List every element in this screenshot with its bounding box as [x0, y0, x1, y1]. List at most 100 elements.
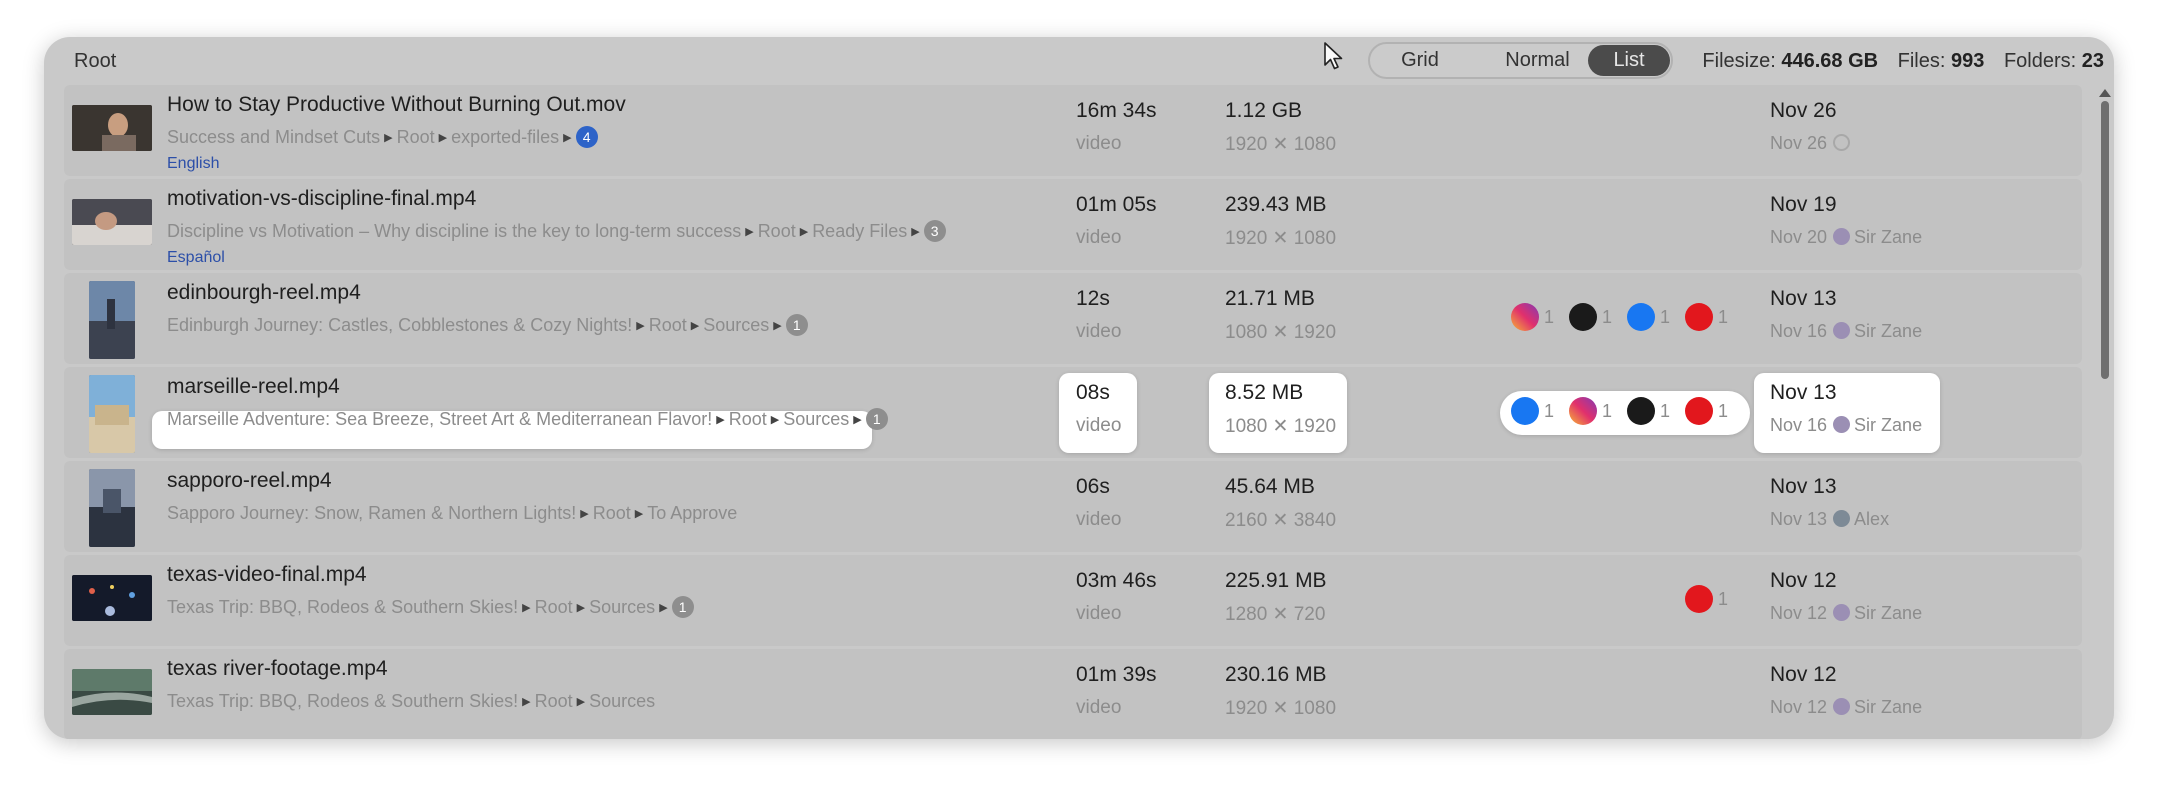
file-path: Texas Trip: BBQ, Rodeos & Southern Skies…	[167, 596, 694, 619]
media-type: video	[1076, 415, 1122, 436]
modified-date: Nov 12	[1770, 697, 1828, 717]
file-size: 230.16 MB	[1225, 663, 1327, 686]
version-badge[interactable]: 1	[671, 596, 694, 619]
project-name[interactable]: Texas Trip: BBQ, Rodeos & Southern Skies…	[167, 691, 518, 711]
path-segment[interactable]: Sources	[783, 409, 849, 429]
project-name[interactable]: Sapporo Journey: Snow, Ramen & Northern …	[167, 503, 576, 523]
file-path: Success and Mindset Cuts ▶ Root ▶ exported-f…	[167, 126, 598, 149]
chevron-right-icon: ▶	[716, 414, 725, 426]
post-count: 1	[1602, 401, 1613, 421]
file-size: 8.52 MB	[1225, 381, 1304, 404]
video-thumbnail	[72, 669, 152, 715]
file-name[interactable]: How to Stay Productive Without Burning O…	[167, 93, 626, 117]
post-count: 1	[1660, 307, 1671, 327]
chevron-right-icon: ▶	[773, 320, 782, 332]
file-size: 1.12 GB	[1225, 99, 1303, 122]
file-size: 239.43 MB	[1225, 193, 1327, 216]
file-name[interactable]: texas-video-final.mp4	[167, 563, 367, 587]
resolution: 1920 ✕ 1080	[1225, 228, 1337, 249]
project-name[interactable]: Texas Trip: BBQ, Rodeos & Southern Skies…	[167, 597, 518, 617]
file-row[interactable]: texas-video-final.mp4 Texas Trip: BBQ, R…	[64, 555, 2082, 646]
version-badge[interactable]: 3	[923, 220, 946, 243]
path-segment[interactable]: Root	[535, 691, 573, 711]
created-date: Nov 12	[1770, 663, 1837, 686]
path-segment[interactable]: Root	[758, 221, 796, 241]
path-segment[interactable]: To Approve	[647, 503, 737, 523]
duration: 06s	[1076, 475, 1110, 498]
chevron-right-icon: ▶	[853, 414, 862, 426]
file-row-highlighted[interactable]: marseille-reel.mp4 Marseille Adventure: …	[64, 367, 2082, 458]
breadcrumb[interactable]: Root	[74, 50, 116, 73]
path-segment[interactable]: Sources	[703, 315, 769, 335]
post-count: 1	[1544, 401, 1555, 421]
version-badge[interactable]: 1	[785, 314, 808, 337]
file-name[interactable]: sapporo-reel.mp4	[167, 469, 332, 493]
scroll-up-arrow-icon[interactable]	[2099, 89, 2111, 97]
facebook-icon	[1627, 303, 1655, 331]
view-mode-toggle[interactable]: Grid Normal List	[1368, 42, 1673, 79]
resolution: 2160 ✕ 3840	[1225, 510, 1337, 531]
user-name: Sir Zane	[1854, 415, 1923, 435]
file-row[interactable]: texas river-footage.mp4 Texas Trip: BBQ,…	[64, 649, 2082, 739]
path-segment[interactable]: Root	[397, 127, 435, 147]
file-name[interactable]: edinbourgh-reel.mp4	[167, 281, 361, 305]
file-name[interactable]: marseille-reel.mp4	[167, 375, 340, 399]
modified-info: Nov 12 Sir Zane	[1770, 603, 1922, 624]
post-count: 1	[1718, 401, 1729, 421]
storage-stats: Filesize: 446.68 GB Files: 993 Folders: …	[1702, 50, 2104, 73]
version-badge[interactable]: 4	[575, 126, 598, 149]
facebook-icon	[1511, 397, 1539, 425]
vertical-scrollbar[interactable]	[2101, 101, 2109, 379]
path-segment[interactable]: Root	[649, 315, 687, 335]
file-size: 21.71 MB	[1225, 287, 1315, 310]
user-name: Sir Zane	[1854, 321, 1923, 341]
modified-info: Nov 20 Sir Zane	[1770, 227, 1922, 248]
user-avatar-icon	[1833, 697, 1851, 715]
post-count: 1	[1660, 401, 1671, 421]
file-path: Discipline vs Motivation – Why disciplin…	[167, 220, 946, 243]
media-type: video	[1076, 509, 1122, 530]
file-row[interactable]: edinbourgh-reel.mp4 Edinburgh Journey: C…	[64, 273, 2082, 364]
file-name[interactable]: texas river-footage.mp4	[167, 657, 388, 681]
post-count: 1	[1718, 589, 1729, 609]
user-avatar-icon	[1833, 603, 1851, 621]
path-segment[interactable]: Root	[593, 503, 631, 523]
modified-info: Nov 16 Sir Zane	[1770, 415, 1922, 436]
chevron-right-icon: ▶	[634, 508, 644, 520]
path-segment[interactable]: Sources	[589, 597, 655, 617]
view-list-option[interactable]: List	[1588, 45, 1670, 76]
post-count: 1	[1718, 307, 1729, 327]
project-name[interactable]: Success and Mindset Cuts	[167, 127, 380, 147]
duration: 08s	[1076, 381, 1110, 404]
folders-label: Folders:	[2003, 50, 2077, 72]
view-grid-option[interactable]: Grid	[1380, 44, 1460, 77]
version-badge[interactable]: 1	[865, 408, 888, 431]
project-name[interactable]: Edinburgh Journey: Castles, Cobblestones…	[167, 315, 632, 335]
path-segment[interactable]: Ready Files	[812, 221, 907, 241]
language-tag[interactable]: English	[167, 155, 219, 173]
path-segment[interactable]: Sources	[589, 691, 655, 711]
file-row[interactable]: How to Stay Productive Without Burning O…	[64, 85, 2082, 176]
view-normal-option[interactable]: Normal	[1480, 44, 1595, 77]
resolution: 1920 ✕ 1080	[1225, 134, 1337, 155]
file-name[interactable]: motivation-vs-discipline-final.mp4	[167, 187, 476, 211]
project-name[interactable]: Marseille Adventure: Sea Breeze, Street …	[167, 409, 712, 429]
instagram-icon	[1569, 397, 1597, 425]
project-name[interactable]: Discipline vs Motivation – Why disciplin…	[167, 221, 741, 241]
path-segment[interactable]: Root	[535, 597, 573, 617]
modified-date: Nov 20	[1770, 227, 1828, 247]
path-segment[interactable]: exported-files	[451, 127, 559, 147]
video-thumbnail	[72, 199, 152, 245]
resolution: 1920 ✕ 1080	[1225, 698, 1337, 719]
path-segment[interactable]: Root	[729, 409, 767, 429]
user-avatar-icon	[1833, 227, 1851, 245]
file-row[interactable]: motivation-vs-discipline-final.mp4 Disci…	[64, 179, 2082, 270]
chevron-right-icon: ▶	[563, 132, 572, 144]
language-tag[interactable]: Español	[167, 249, 225, 267]
media-type: video	[1076, 133, 1122, 154]
post-count: 1	[1544, 307, 1555, 327]
modified-info: Nov 13 Alex	[1770, 509, 1889, 530]
file-row[interactable]: sapporo-reel.mp4 Sapporo Journey: Snow, …	[64, 461, 2082, 552]
user-avatar-icon	[1833, 133, 1851, 151]
instagram-icon	[1511, 303, 1539, 331]
